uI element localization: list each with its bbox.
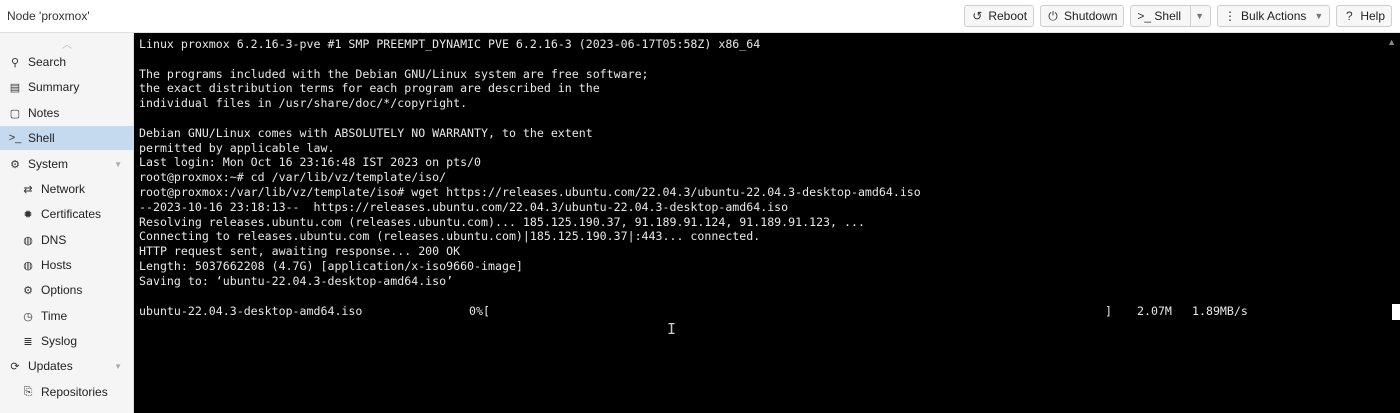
shutdown-label: Shutdown [1064,9,1118,23]
sidebar-item-repositories[interactable]: ⎘ Repositories [0,380,134,404]
list-icon: ≣ [23,335,33,348]
refresh-icon: ⟳ [10,360,20,373]
bulk-actions-label: Bulk Actions [1241,9,1307,23]
node-sidebar: ︿ ⚲ Search ▤ Summary ▢ Notes >_ Shell ⚙ … [0,33,134,413]
gears-icon: ⚙ [10,158,20,171]
help-icon: ? [1345,9,1353,23]
sidebar-item-label: Notes [28,106,60,120]
sidebar-item-dns[interactable]: ◍ DNS [0,228,134,252]
action-buttons: ↺ Reboot ⏻ Shutdown >_ Shell ▼ ⋮ Bulk Ac… [964,5,1392,27]
terminal-icon: >_ [8,132,22,144]
sidebar-item-label: Certificates [41,207,102,221]
terminal-cursor [1392,304,1400,320]
search-icon: ⚲ [10,56,20,69]
sidebar-item-label: Hosts [41,258,72,272]
progress-bar-end: ] [1105,304,1112,318]
help-label: Help [1360,9,1385,23]
certificate-icon: ✹ [23,208,33,221]
sidebar-item-network[interactable]: ⇄ Network [0,177,134,201]
page-title: Node 'proxmox' [7,9,90,23]
undo-icon: ↺ [972,9,983,23]
progress-downloaded: 2.07M [1137,304,1172,318]
sidebar-item-options[interactable]: ⚙ Options [0,278,134,302]
sidebar-item-label: Search [28,55,67,69]
sidebar-item-label: Repositories [41,385,108,399]
sidebar-item-label: Updates [28,359,73,373]
sidebar-item-label: Syslog [41,334,78,348]
download-progress-line: ubuntu-22.04.3-desktop-amd64.iso 0%[ ] 2… [139,304,1379,319]
summary-icon: ▤ [9,81,21,94]
power-icon: ⏻ [1048,8,1058,23]
sidebar-item-label: DNS [41,233,67,247]
sidebar-item-label: System [28,157,69,171]
shell-button[interactable]: >_ Shell ▼ [1130,5,1212,27]
chevron-down-icon[interactable]: ▼ [114,362,122,371]
network-icon: ⇄ [23,183,33,196]
top-toolbar: Node 'proxmox' ↺ Reboot ⏻ Shutdown >_ Sh… [0,0,1400,33]
sidebar-item-label: Shell [28,131,55,145]
sidebar-item-notes[interactable]: ▢ Notes [0,101,134,125]
sidebar-item-syslog[interactable]: ≣ Syslog [0,329,134,353]
progress-filename: ubuntu-22.04.3-desktop-amd64.iso [139,304,363,318]
bulk-actions-button[interactable]: ⋮ Bulk Actions ▼ [1217,5,1331,27]
terminal-icon: >_ [1137,9,1152,23]
sidebar-item-time[interactable]: ◷ Time [0,304,134,328]
reboot-button[interactable]: ↺ Reboot [964,5,1035,27]
notes-icon: ▢ [9,107,21,120]
sidebar-item-summary[interactable]: ▤ Summary [0,75,134,99]
sidebar-item-hosts[interactable]: ◍ Hosts [0,253,134,277]
chevron-down-icon[interactable]: ▼ [114,160,122,169]
sidebar-item-updates[interactable]: ⟳ Updates ▼ [0,354,134,378]
repository-icon: ⎘ [23,385,33,398]
shell-terminal[interactable]: Linux proxmox 6.2.16-3-pve #1 SMP PREEMP… [134,33,1400,413]
mouse-cursor-icon: I [667,320,677,338]
reboot-label: Reboot [988,9,1028,23]
progress-percent: 0%[ [469,304,490,318]
sidebar-item-label: Time [41,309,68,323]
ellipsis-vertical-icon: ⋮ [1224,9,1237,23]
sidebar-item-certificates[interactable]: ✹ Certificates [0,202,134,226]
chevron-down-icon[interactable]: ▼ [1190,6,1204,26]
shell-label: Shell [1154,9,1182,23]
chevron-down-icon: ▼ [1314,11,1324,21]
sidebar-item-label: Network [41,182,86,196]
sidebar-item-label: Summary [28,80,80,94]
sidebar-item-system[interactable]: ⚙ System ▼ [0,152,134,176]
clock-icon: ◷ [23,310,33,323]
terminal-output: Linux proxmox 6.2.16-3-pve #1 SMP PREEMP… [139,37,921,288]
globe-icon: ◍ [23,234,33,247]
progress-speed: 1.89MB/s [1192,304,1248,318]
sidebar-item-shell[interactable]: >_ Shell [0,126,134,150]
scroll-up-icon[interactable]: ▲ [1387,37,1396,47]
sidebar-item-label: Options [41,283,83,297]
globe-icon: ◍ [23,259,33,272]
gear-icon: ⚙ [23,284,33,297]
chevron-up-icon[interactable]: ︿ [62,36,72,51]
shutdown-button[interactable]: ⏻ Shutdown [1040,5,1125,27]
help-button[interactable]: ? Help [1336,5,1392,27]
terminal-scrollbar[interactable]: ▲ [1382,33,1400,413]
sidebar-item-search[interactable]: ⚲ Search [0,50,134,74]
